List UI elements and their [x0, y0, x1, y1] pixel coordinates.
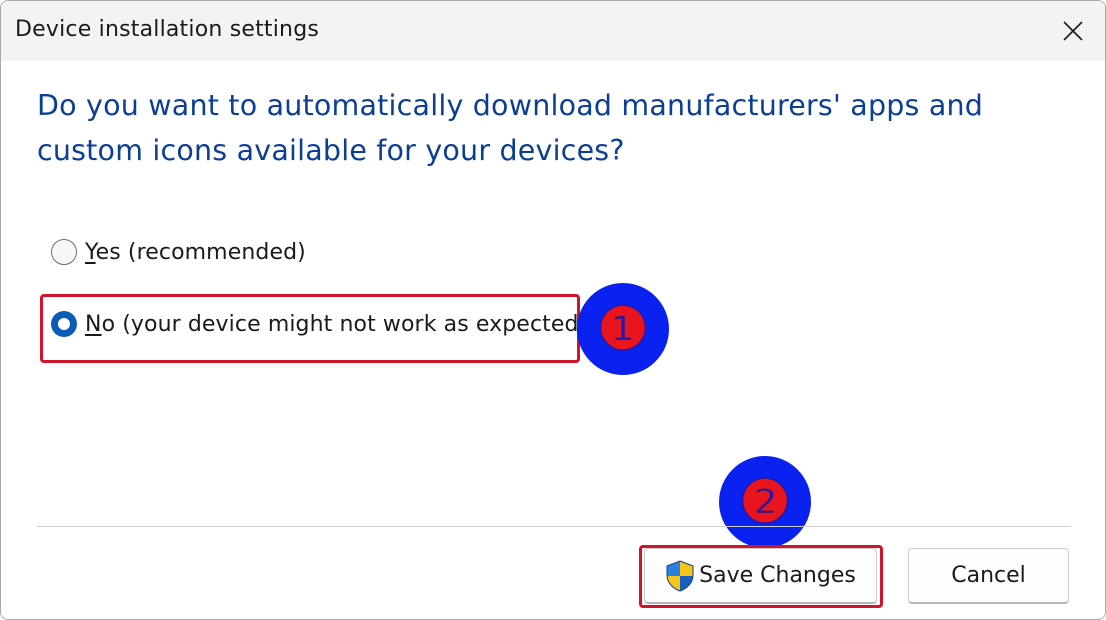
option-yes-text: es (recommended)	[95, 239, 306, 265]
divider	[37, 526, 1071, 527]
close-button[interactable]	[1053, 11, 1093, 51]
save-changes-button[interactable]: Save Changes	[644, 548, 877, 604]
title-bar[interactable]: Device installation settings	[1, 1, 1105, 61]
step-1-number: ❶	[597, 296, 649, 362]
option-no-text: o (your device might not work as expecte…	[101, 311, 588, 337]
save-changes-label: Save Changes	[699, 563, 856, 588]
option-yes-label[interactable]: Yes (recommended)	[85, 240, 306, 265]
uac-shield-icon	[666, 559, 694, 592]
cancel-label: Cancel	[951, 563, 1026, 588]
radio-button-checked[interactable]	[51, 311, 77, 337]
option-no-radio[interactable]: No (your device might not work as expect…	[51, 311, 587, 337]
option-no-accelerator: N	[85, 311, 102, 337]
window-title: Device installation settings	[15, 17, 320, 42]
option-no-label[interactable]: No (your device might not work as expect…	[85, 312, 587, 337]
step-2-badge: ❷	[719, 456, 811, 548]
dialog-question: Do you want to automatically download ma…	[37, 89, 984, 167]
radio-button-unchecked[interactable]	[51, 239, 77, 265]
step-2-number: ❷	[739, 469, 791, 535]
dialog-window: Device installation settings Do you want…	[0, 0, 1106, 620]
step-1-badge: ❶	[577, 283, 669, 375]
option-yes-accelerator: Y	[85, 239, 96, 265]
dialog-body: Do you want to automatically download ma…	[1, 61, 1105, 619]
cancel-button[interactable]: Cancel	[908, 548, 1069, 604]
option-yes-radio[interactable]: Yes (recommended)	[51, 239, 306, 265]
close-icon	[1063, 21, 1083, 41]
